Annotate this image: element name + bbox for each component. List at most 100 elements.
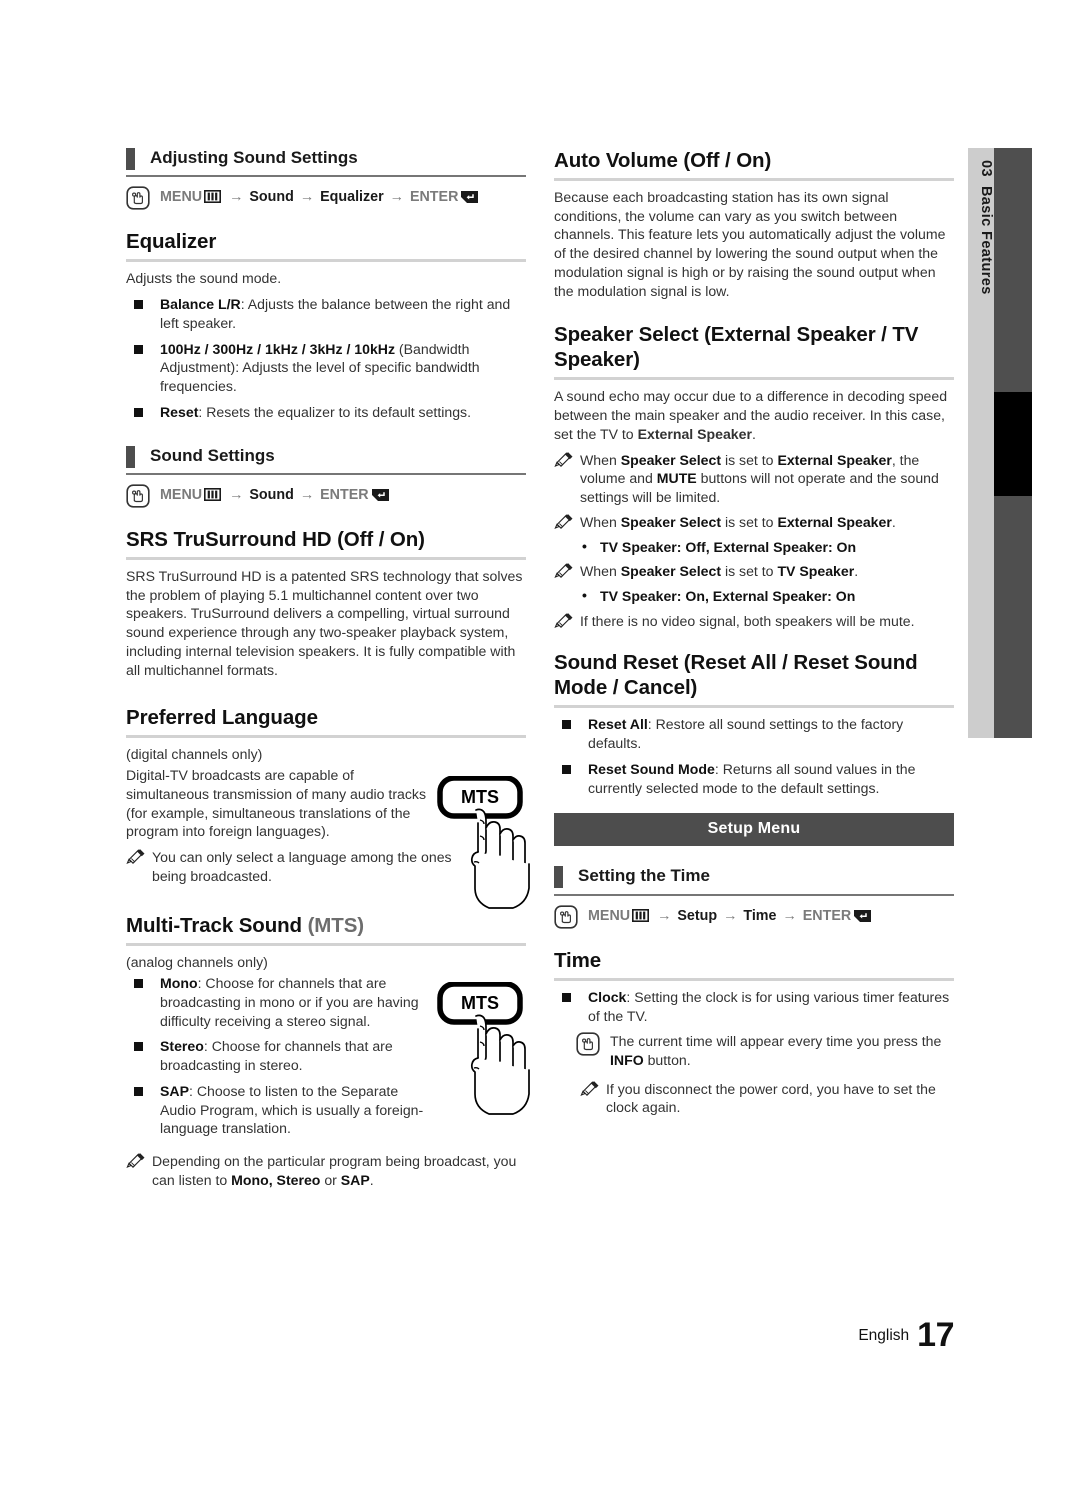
pencil-note-icon xyxy=(580,1080,599,1102)
menu-path-text: MENU → Sound → Equalizer → ENTER xyxy=(160,186,479,210)
sound-reset-bullet-list: Reset All: Restore all sound settings to… xyxy=(554,715,954,797)
bullet-text: : Resets the equalizer to its default se… xyxy=(198,403,472,420)
note-item: When Speaker Select is set to External S… xyxy=(554,451,954,507)
note-item: If you disconnect the power cord, you ha… xyxy=(554,1080,954,1117)
menu-path-text: MENU → Sound → ENTER xyxy=(160,484,390,508)
equalizer-bullet-list: Balance L/R: Adjusts the balance between… xyxy=(126,295,526,421)
section-heading-adjusting-sound-settings: Adjusting Sound Settings xyxy=(126,148,526,178)
speaker-body-part2: . xyxy=(751,425,756,442)
chapter-tab-label: 03 Basic Features xyxy=(978,160,994,750)
note2-c: is set to xyxy=(721,513,778,530)
note-item: Depending on the particular program bein… xyxy=(126,1152,526,1189)
chapter-number: 03 xyxy=(978,160,994,177)
menu-step-sound: Sound xyxy=(249,189,294,206)
enter-key-icon xyxy=(853,909,872,927)
pencil-note-icon xyxy=(554,563,573,584)
hand-note-part1: The current time will appear every time … xyxy=(610,1033,942,1050)
menu-step-equalizer: Equalizer xyxy=(320,189,384,206)
srs-body: SRS TruSurround HD is a patented SRS tec… xyxy=(126,567,523,678)
note3-e: . xyxy=(854,563,859,580)
svg-text:MTS: MTS xyxy=(461,787,499,807)
arrow-3: → xyxy=(782,907,797,924)
document-page: 03 Basic Features Adjusting Sound Setting… xyxy=(0,0,1080,1494)
note-text-part2: or xyxy=(320,1171,341,1188)
sub-bullet-item: TV Speaker: Off, External Speaker: On xyxy=(554,537,954,557)
note-text: If you disconnect the power cord, you ha… xyxy=(606,1080,936,1116)
pencil-note-icon xyxy=(554,612,573,634)
note-bold-1: Mono, Stereo xyxy=(231,1171,321,1188)
heading-speaker-select: Speaker Select (External Speaker / TV Sp… xyxy=(554,322,954,381)
speaker-select-body: A sound echo may occur due to a differen… xyxy=(554,387,954,443)
hand-note-bold: INFO xyxy=(610,1052,644,1069)
auto-volume-body: Because each broadcasting station has it… xyxy=(554,189,946,299)
note-text: You can only select a language among the… xyxy=(152,849,452,884)
arrow-1: → xyxy=(229,486,244,503)
note3-a: When xyxy=(580,563,621,580)
bullet-term: Reset xyxy=(160,403,199,420)
arrow-2: → xyxy=(299,486,315,503)
note2-e: . xyxy=(891,513,896,530)
arrow-1: → xyxy=(229,189,244,206)
bullet-term: Reset Sound Mode xyxy=(588,760,715,777)
page-number: 17 xyxy=(917,1316,954,1354)
bullet-term: Clock xyxy=(588,988,627,1005)
list-item: Stereo: Choose for channels that are bro… xyxy=(126,1037,436,1074)
note-text-part3: . xyxy=(369,1171,374,1188)
menu-path-time: MENU → Setup → Time → ENTER xyxy=(554,905,954,934)
arrow-1: → xyxy=(657,907,672,924)
equalizer-intro: Adjusts the sound mode. xyxy=(126,270,282,287)
note3-b: Speaker Select xyxy=(620,563,722,580)
bullet-term: Stereo xyxy=(160,1038,204,1055)
section-heading-sound-settings: Sound Settings xyxy=(126,445,526,475)
list-item: Clock: Setting the clock is for using va… xyxy=(554,988,954,1025)
note-item: When Speaker Select is set to TV Speaker… xyxy=(554,562,954,581)
heading-equalizer: Equalizer xyxy=(126,229,526,263)
speaker-body-bold1: External Speaker xyxy=(637,425,752,442)
mts-bullet-list: Mono: Choose for channels that are broad… xyxy=(126,974,436,1138)
pencil-note-icon xyxy=(554,513,573,535)
hand-press-icon xyxy=(126,484,160,513)
bullet-term: Balance L/R xyxy=(160,296,241,313)
list-item: Reset All: Restore all sound settings to… xyxy=(554,715,954,752)
note2-b: Speaker Select xyxy=(620,513,722,530)
heading-multi-track-sound: Multi-Track Sound (MTS) xyxy=(126,913,526,947)
note2-d: External Speaker xyxy=(777,513,892,530)
mts-sub: (analog channels only) xyxy=(126,954,268,971)
menu-path-text: MENU → Setup → Time → ENTER xyxy=(588,905,872,929)
right-column: Auto Volume (Off / On) Because each broa… xyxy=(554,148,954,1123)
note1-c: is set to xyxy=(721,451,778,468)
note2-a: When xyxy=(580,513,621,530)
heading-mts-plain: Multi-Track Sound xyxy=(126,914,308,938)
heading-sound-reset: Sound Reset (Reset All / Reset Sound Mod… xyxy=(554,650,954,709)
enter-label: ENTER xyxy=(320,486,369,503)
pencil-note-icon xyxy=(126,849,145,870)
chapter-edge-marker xyxy=(994,392,1032,496)
list-item: SAP: Choose to listen to the Separate Au… xyxy=(126,1082,436,1138)
enter-label: ENTER xyxy=(409,189,459,206)
note-item: If there is no video signal, both speake… xyxy=(554,612,954,631)
bullet-text: : Setting the clock is for using various… xyxy=(588,988,950,1024)
sub-bullet-item: TV Speaker: On, External Speaker: On xyxy=(554,586,954,606)
arrow-3: → xyxy=(389,189,404,206)
bullet-term: Reset All xyxy=(588,716,648,733)
arrow-2: → xyxy=(299,189,315,206)
heading-preferred-language: Preferred Language xyxy=(126,705,526,739)
note-item: You can only select a language among the… xyxy=(126,848,452,885)
mts-remote-figure: MTS xyxy=(437,981,541,1122)
arrow-2: → xyxy=(723,907,738,924)
note3-c: is set to xyxy=(721,563,778,580)
preferred-language-body: Digital-TV broadcasts are capable of sim… xyxy=(126,767,427,840)
bullet-text: : Choose for channels that are broadcast… xyxy=(160,975,419,1029)
note-bold-2: SAP xyxy=(340,1171,370,1188)
menu-path-equalizer: MENU → Sound → Equalizer → ENTER xyxy=(126,186,526,215)
note1-b: Speaker Select xyxy=(620,451,722,468)
note1-d: External Speaker xyxy=(777,451,892,468)
list-item: Reset Sound Mode: Returns all sound valu… xyxy=(554,760,954,797)
bullet-term: SAP xyxy=(160,1082,189,1099)
time-bullet-list: Clock: Setting the clock is for using va… xyxy=(554,988,954,1025)
list-item: Reset: Resets the equalizer to its defau… xyxy=(126,403,526,422)
svg-text:MTS: MTS xyxy=(461,993,499,1013)
pencil-note-icon xyxy=(554,451,573,473)
hand-note-part2: button. xyxy=(643,1052,691,1069)
page-footer: English 17 xyxy=(0,1316,954,1355)
